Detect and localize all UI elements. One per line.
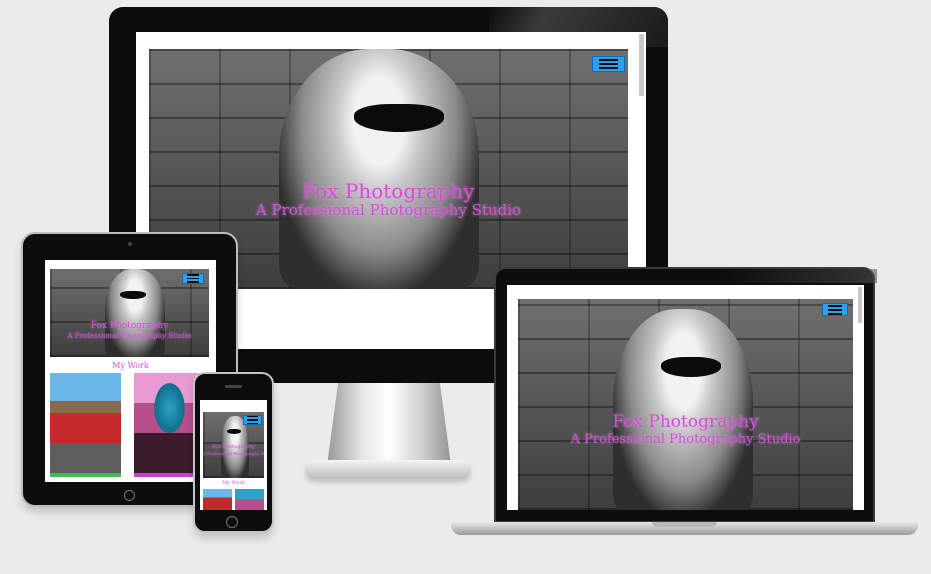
phone-hero-image: Fox Photography A Professional Photograp…: [203, 412, 264, 478]
phone-speaker: [225, 385, 242, 388]
laptop-hero-person: [613, 309, 753, 510]
monitor-stand: [327, 383, 451, 463]
phone-hero-title: Fox Photography: [211, 444, 256, 450]
phone-section-heading: My Work: [222, 480, 245, 486]
hamburger-menu-icon[interactable]: [592, 56, 625, 72]
tablet-hero-sunglasses: [120, 291, 146, 299]
desktop-scrollbar[interactable]: [639, 34, 644, 96]
phone-gallery-image-2[interactable]: [235, 489, 264, 510]
hero-sunglasses: [354, 104, 444, 132]
laptop-hamburger-menu-icon[interactable]: [822, 303, 848, 316]
monitor-base: [306, 460, 470, 478]
tablet-hero-subtitle: A Professional Photography Studio: [67, 332, 192, 340]
tablet-screen: Fox Photography A Professional Photograp…: [45, 260, 216, 482]
phone-gallery-image-1[interactable]: [203, 489, 232, 510]
laptop-hero-image: Fox Photography A Professional Photograp…: [518, 299, 853, 510]
tablet-hamburger-menu-icon[interactable]: [182, 273, 204, 284]
hero-person: [279, 49, 479, 289]
laptop: Fox Photography A Professional Photograp…: [494, 267, 877, 523]
laptop-screen: Fox Photography A Professional Photograp…: [507, 285, 864, 510]
phone: Fox Photography A Professional Photograp…: [193, 372, 274, 533]
section-heading: My Work: [112, 361, 149, 370]
phone-hero-sunglasses: [227, 429, 241, 434]
laptop-hero-sunglasses: [661, 357, 721, 377]
tablet-hero-person: [105, 269, 165, 357]
phone-hero-subtitle: A Professional Photography Studio: [203, 451, 264, 456]
laptop-hero-subtitle: A Professional Photography Studio: [570, 432, 801, 447]
laptop-hero-title: Fox Photography: [612, 412, 759, 432]
tablet-camera: [128, 242, 132, 246]
hero-title: Fox Photography: [302, 179, 475, 203]
laptop-scrollbar[interactable]: [858, 287, 862, 323]
phone-home-button[interactable]: [226, 516, 238, 528]
phone-hamburger-menu-icon[interactable]: [243, 415, 262, 425]
phone-screen: Fox Photography A Professional Photograp…: [200, 400, 267, 510]
laptop-notch: [652, 522, 717, 527]
gallery-image-1[interactable]: [50, 373, 121, 477]
hero-subtitle: A Professional Photography Studio: [255, 201, 522, 219]
laptop-glare: [726, 269, 877, 283]
tablet-home-button[interactable]: [124, 490, 135, 501]
tablet-hero-image: Fox Photography A Professional Photograp…: [50, 269, 209, 357]
tablet-hero-title: Fox Photography: [90, 321, 169, 331]
